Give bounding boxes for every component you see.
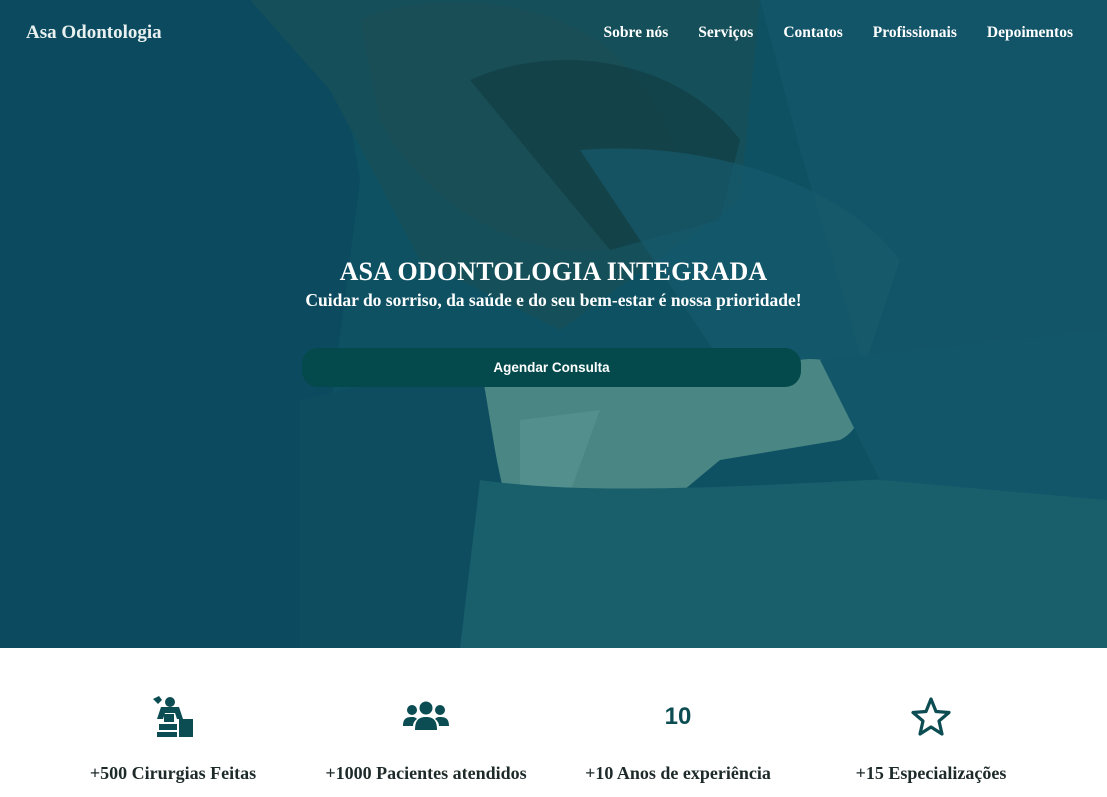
nav-link-depoimentos[interactable]: Depoimentos [987,24,1073,42]
nav-link-contatos[interactable]: Contatos [783,24,842,42]
schedule-appointment-button[interactable]: Agendar Consulta [302,348,801,387]
stat-label-patients: +1000 Pacientes atendidos [325,763,527,783]
nav-link-profissionais[interactable]: Profissionais [873,24,957,42]
nav-links: Sobre nós Serviços Contatos Profissionai… [603,24,1073,42]
surgery-icon [43,693,303,741]
hero-content: ASA ODONTOLOGIA INTEGRADA Cuidar do sorr… [0,256,1107,312]
brand-logo-link[interactable]: Asa Odontologia [26,22,162,44]
hero-section: Asa Odontologia Sobre nós Serviços Conta… [0,0,1107,648]
hero-title: ASA ODONTOLOGIA INTEGRADA [339,257,768,286]
stat-item-patients: +1000 Pacientes atendidos [296,693,556,784]
number-10-icon-text: 10 [664,703,692,730]
star-icon [801,693,1061,741]
nav-link-sobre-nos[interactable]: Sobre nós [603,24,668,42]
top-navbar: Asa Odontologia Sobre nós Serviços Conta… [0,0,1107,66]
hero-subtitle: Cuidar do sorriso, da saúde e do seu bem… [305,290,802,310]
stat-label-experience: +10 Anos de experiência [585,763,771,783]
stat-item-surgeries: +500 Cirurgias Feitas [43,693,303,784]
nav-link-servicos[interactable]: Serviços [698,24,753,42]
number-10-icon: 10 [548,693,808,741]
hero-background-image [0,0,1107,648]
stat-label-surgeries: +500 Cirurgias Feitas [89,763,257,783]
users-icon [296,693,556,741]
stat-item-experience: 10 +10 Anos de experiência [548,693,808,784]
stat-label-specializations: +15 Especializações [855,763,1007,783]
stats-section: +500 Cirurgias Feitas +1000 Pacientes at… [0,648,1107,797]
stat-item-specializations: +15 Especializações [801,693,1061,784]
